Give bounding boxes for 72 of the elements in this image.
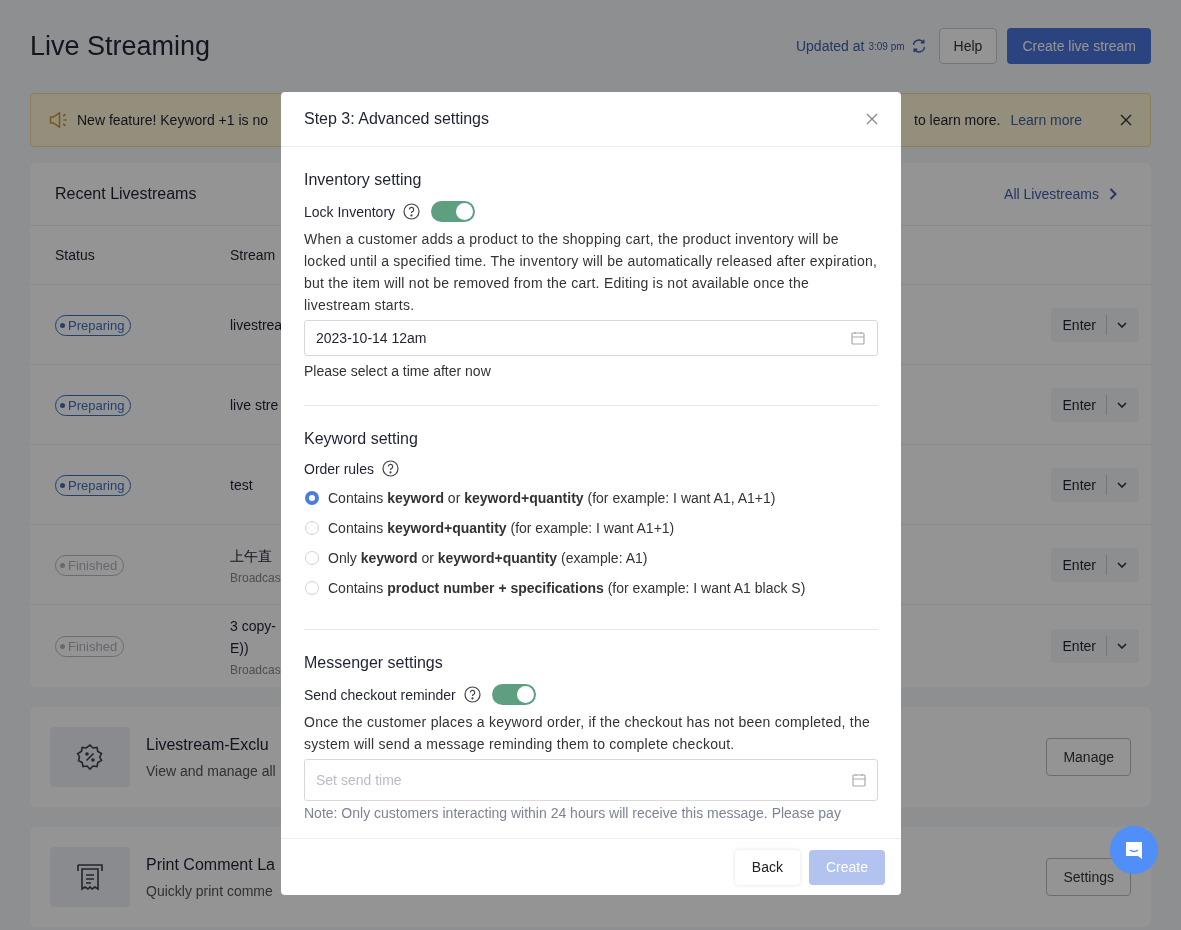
feature-description: View and manage all (146, 762, 276, 779)
stream-subtitle: Broadcas (230, 663, 281, 677)
order-rule-option: Contains product number + specifications (for example: I want A1 black S) (328, 580, 806, 596)
dialog-title: Step 3: Advanced settings (304, 110, 489, 128)
create-live-stream-button[interactable]: Create live stream (1007, 28, 1151, 64)
lock-inventory-description: When a customer adds a product to the shopping cart, the product inventory will be locked until a specified time. The inventory will be automatically released after expiration, but the item will not be removed from the cart. Editing is not available once the livestream starts. (304, 230, 878, 315)
toggle-switch[interactable] (491, 684, 536, 705)
enter-split-button[interactable]: Enter (1050, 629, 1139, 663)
chevron-down-icon[interactable] (1117, 561, 1127, 568)
column-header: Status (55, 247, 96, 263)
date-field[interactable]: 2023-10-14 12am (304, 320, 878, 356)
stream-name: test (230, 475, 253, 495)
column-header: Stream (230, 247, 276, 263)
stream-name: 3 copy- E)) (230, 617, 277, 658)
chevron-down-icon[interactable] (1117, 321, 1127, 328)
order-rule-option: Only keyword or keyword+quantity (example: A1) (328, 550, 648, 566)
enter-split-button[interactable]: Enter (1050, 547, 1139, 582)
enter-split-button[interactable]: Enter (1050, 467, 1139, 502)
close-icon[interactable] (1120, 114, 1132, 126)
checkout-reminder-label: Send checkout reminder (304, 686, 456, 703)
note-text: Note: Only customers interacting within 24 hours will receive this message. Please pay (304, 805, 842, 821)
stream-name: 上午直 (230, 546, 273, 566)
feature-title: Print Comment La (146, 855, 275, 874)
learn-more-link[interactable]: Learn more (1010, 112, 1082, 128)
enter-split-button[interactable]: Enter (1050, 307, 1139, 342)
chevron-down-icon[interactable] (1117, 401, 1127, 408)
order-rules-label: Order rules (304, 460, 375, 477)
chevron-down-icon[interactable] (1117, 643, 1127, 649)
stream-subtitle: Broadcas (230, 570, 281, 585)
banner-text: to learn more. (914, 112, 1001, 128)
checkout-reminder-description: Once the customer places a keyword order, if the checkout has not been completed, the system will send a message reminding them to complete checkout. (304, 713, 871, 754)
feature-button[interactable]: Settings (1046, 858, 1131, 896)
feature-title: Livestream-Exclu (146, 735, 270, 754)
close-icon[interactable] (866, 113, 878, 125)
enter-button[interactable]: Enter (1062, 556, 1096, 573)
stream-name: live stre (230, 395, 279, 415)
feature-button[interactable]: Manage (1046, 738, 1131, 776)
feature-description: Quickly print comme (146, 882, 274, 899)
section-heading: Inventory setting (304, 171, 423, 189)
enter-button[interactable]: Enter (1062, 316, 1096, 333)
help-icon[interactable] (382, 460, 400, 477)
megaphone-icon (49, 111, 69, 129)
radio-button[interactable] (305, 491, 319, 505)
page-title: Live Streaming (30, 30, 211, 62)
refresh-icon[interactable] (910, 38, 927, 54)
chevron-right-icon[interactable] (1109, 188, 1117, 200)
stream-name: livestrea (230, 315, 283, 335)
order-rule-option: Contains keyword or keyword+quantity (for example: I want A1, A1+1) (328, 490, 776, 506)
help-button[interactable]: Help (938, 28, 998, 64)
card-title: Recent Livestreams (55, 185, 198, 203)
send-time-field[interactable]: Set send time (304, 759, 878, 801)
field-hint: Please select a time after now (304, 363, 492, 379)
enter-button[interactable]: Enter (1062, 476, 1096, 493)
discount-badge-icon (76, 743, 104, 771)
enter-button[interactable]: Enter (1062, 396, 1096, 413)
toggle-switch[interactable] (431, 201, 476, 222)
back-button[interactable]: Back (734, 849, 800, 885)
lock-inventory-label: Lock Inventory (304, 203, 396, 220)
help-icon[interactable] (463, 686, 481, 703)
updated-time: 3:09 pm (868, 40, 905, 52)
section-heading: Messenger settings (304, 654, 444, 672)
enter-split-button[interactable]: Enter (1050, 387, 1139, 422)
chevron-down-icon[interactable] (1117, 481, 1127, 488)
section-heading: Keyword setting (304, 430, 419, 448)
updated-at: Updated at (795, 38, 865, 54)
help-icon[interactable] (403, 203, 421, 220)
receipt-printer-icon (76, 862, 104, 892)
enter-button[interactable]: Enter (1062, 638, 1096, 654)
chat-icon[interactable] (1123, 839, 1145, 861)
all-livestreams-link[interactable]: All Livestreams (1004, 186, 1099, 202)
banner-text: New feature! Keyword +1 is no (77, 112, 269, 128)
order-rule-option: Contains keyword+quantity (for example: I want A1+1) (328, 520, 675, 536)
